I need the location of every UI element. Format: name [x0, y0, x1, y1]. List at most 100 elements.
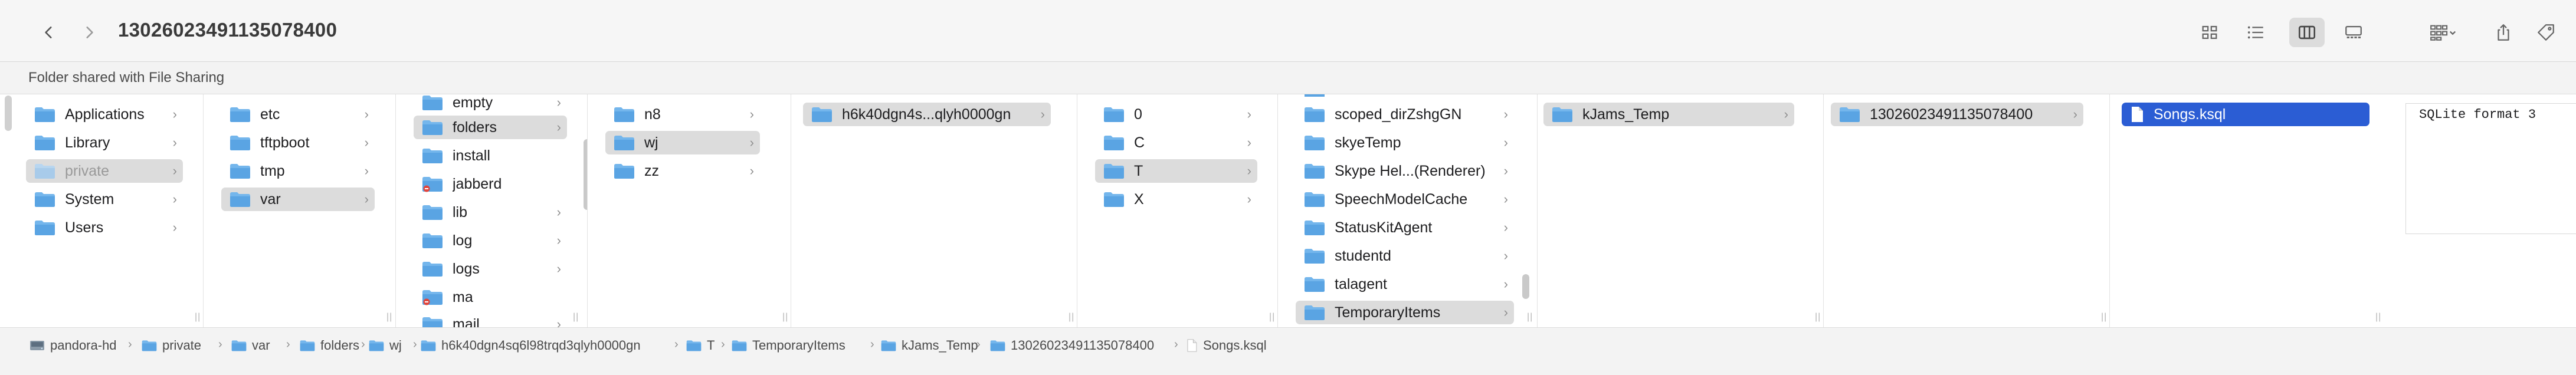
list-item[interactable]: empty › [414, 94, 567, 114]
path-item[interactable]: var [231, 337, 270, 354]
column-root: Applications › Library › private › System › … [0, 94, 204, 327]
column-resize-handle[interactable]: || [2375, 312, 2381, 323]
folder-icon [990, 340, 1005, 351]
list-item[interactable]: n8 › [605, 103, 760, 126]
list-item[interactable]: scoped_dirZshgGN › [1296, 103, 1514, 126]
path-item[interactable]: kJams_Temp [881, 337, 978, 354]
folder-icon [230, 107, 250, 122]
path-item[interactable]: T [686, 337, 715, 354]
chevron-right-icon: › [556, 120, 561, 134]
list-item[interactable]: SpeechModelCache › [1296, 188, 1514, 211]
list-item[interactable]: mail › [414, 312, 567, 327]
list-item[interactable]: Applications › [26, 103, 183, 126]
list-item[interactable]: Users › [26, 216, 183, 239]
folder-icon [422, 317, 443, 327]
folder-icon [881, 340, 896, 351]
path-item[interactable]: pandora-hd [30, 337, 117, 354]
gallery-view-button[interactable] [2339, 18, 2368, 47]
folder-icon [1305, 277, 1325, 292]
path-item[interactable]: 13026023491135078400 [990, 337, 1154, 354]
list-item[interactable]: zz › [605, 159, 760, 183]
list-item[interactable]: 13026023491135078400 › [1831, 103, 2083, 126]
list-item[interactable]: logs › [414, 257, 567, 281]
column-resize-handle[interactable]: || [1269, 312, 1275, 323]
forward-button[interactable] [76, 19, 103, 46]
folder-icon [1104, 164, 1124, 179]
list-item[interactable]: private › [26, 159, 183, 183]
list-item[interactable]: 0 › [1095, 103, 1257, 126]
folder-icon [35, 221, 55, 235]
list-item[interactable]: tmp › [221, 159, 375, 183]
list-item[interactable]: X › [1095, 188, 1257, 211]
column-resize-handle[interactable]: || [1815, 312, 1821, 323]
path-item[interactable]: TemporaryItems [732, 337, 845, 354]
folder-icon [300, 340, 315, 351]
list-item[interactable]: StatusKitAgent › [1296, 216, 1514, 239]
path-item[interactable]: h6k40dgn4sq6l98trqd3qlyh0000gn [421, 337, 641, 354]
list-item[interactable]: folders › [414, 116, 567, 139]
list-item[interactable]: Songs.ksql [2122, 103, 2369, 126]
chevron-right-icon: › [172, 135, 177, 150]
column-kJams_Temp: 13026023491135078400 › || [1824, 94, 2110, 327]
column-view-button[interactable] [2289, 18, 2325, 47]
folder-icon [1104, 192, 1124, 207]
column-folders: n8 › wj › zz › || [588, 94, 791, 327]
list-item[interactable]: kJams_Temp › [1543, 103, 1794, 126]
column-resize-handle[interactable]: || [386, 312, 392, 323]
column-resize-handle[interactable]: || [195, 312, 201, 323]
chevron-right-icon: › [1247, 135, 1251, 150]
list-item[interactable]: T › [1095, 159, 1257, 183]
folder-icon [1305, 107, 1325, 122]
chevron-right-icon: › [556, 317, 561, 327]
list-item[interactable]: studentd › [1296, 244, 1514, 268]
chevron-right-icon: › [1503, 220, 1508, 235]
list-item[interactable]: jabberd [414, 172, 567, 196]
share-button[interactable] [2489, 18, 2518, 47]
tag-button[interactable] [2531, 18, 2561, 47]
path-item[interactable]: private [142, 337, 201, 354]
list-item[interactable]: System › [26, 188, 183, 211]
icon-view-button[interactable] [2195, 18, 2224, 47]
column-resize-handle[interactable]: || [1527, 312, 1533, 323]
list-item[interactable]: h6k40dgn4s...qlyh0000gn › [803, 103, 1051, 126]
chevron-right-icon: › [364, 163, 369, 178]
list-item[interactable]: wj › [605, 131, 760, 154]
list-item[interactable]: talagent › [1296, 272, 1514, 296]
chevron-right-icon: › [749, 163, 754, 178]
folder-icon [422, 262, 443, 277]
scrollbar[interactable] [584, 139, 587, 210]
list-item[interactable]: ma [414, 285, 567, 309]
chevron-right-icon: › [1247, 192, 1251, 206]
chevron-right-icon: › [172, 163, 177, 178]
locked-folder-icon [422, 177, 443, 192]
list-item[interactable]: lib › [414, 200, 567, 224]
column-resize-handle[interactable]: || [1069, 312, 1074, 323]
path-item[interactable]: Songs.ksql [1186, 337, 1267, 354]
scrollbar[interactable] [1522, 274, 1529, 299]
list-view-button[interactable] [2241, 18, 2270, 47]
group-by-button[interactable] [2419, 18, 2466, 47]
path-item[interactable]: folders [300, 337, 359, 354]
chevron-right-icon: › [556, 233, 561, 248]
chevron-right-icon: › [1784, 107, 1788, 121]
list-item[interactable]: Library › [26, 131, 183, 154]
column-resize-handle[interactable]: || [2101, 312, 2107, 323]
column-resize-handle[interactable]: || [782, 312, 788, 323]
document-icon [2132, 107, 2143, 122]
path-separator-icon: › [286, 338, 290, 351]
list-item[interactable]: Skype Hel...(Renderer) › [1296, 159, 1514, 183]
list-item[interactable]: tftpboot › [221, 131, 375, 154]
list-item[interactable]: log › [414, 229, 567, 252]
path-item[interactable]: wj [369, 337, 402, 354]
list-item[interactable]: skyeTemp › [1296, 131, 1514, 154]
folder-icon [732, 340, 747, 351]
document-icon [1187, 339, 1197, 352]
column-resize-handle[interactable]: || [573, 312, 579, 323]
list-item[interactable]: install [414, 144, 567, 167]
list-item[interactable]: TemporaryItems › [1296, 301, 1514, 324]
back-button[interactable] [35, 19, 63, 46]
tag-icon [2538, 24, 2554, 41]
list-item[interactable]: var › [221, 188, 375, 211]
list-item[interactable]: C › [1095, 131, 1257, 154]
list-item[interactable]: etc › [221, 103, 375, 126]
